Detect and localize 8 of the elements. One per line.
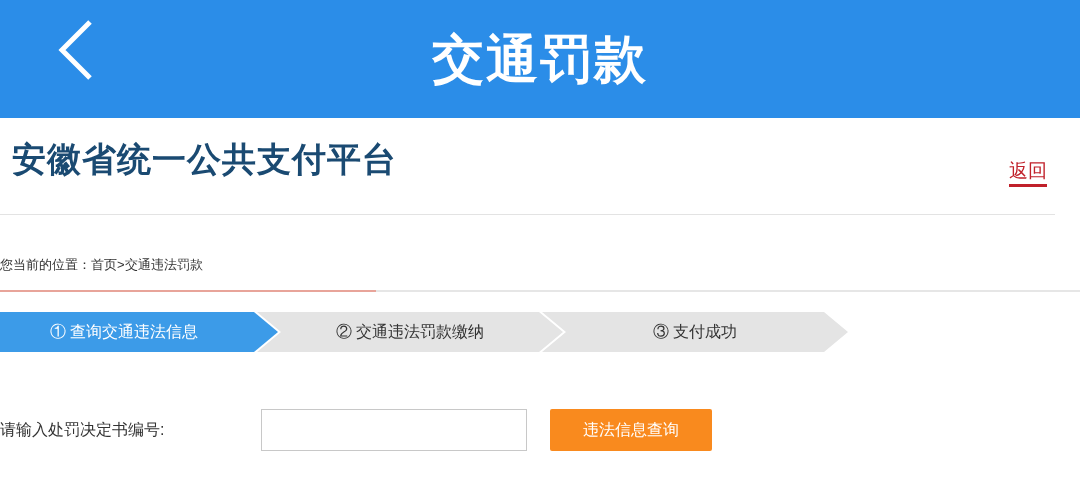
return-link[interactable]: 返回	[1009, 157, 1047, 187]
step-tab[interactable]: ③ 支付成功	[542, 312, 848, 352]
breadcrumb: 您当前的位置：首页>交通违法罚款	[0, 255, 204, 274]
decision-number-field[interactable]	[261, 409, 527, 451]
step-tab[interactable]: ② 交通违法罚款缴纳	[257, 312, 563, 352]
field-label: 请输入处罚决定书编号:	[0, 420, 166, 440]
page-title: 交通罚款	[432, 29, 648, 90]
platform-logo: 安徽省统一公共支付平台	[12, 138, 397, 180]
